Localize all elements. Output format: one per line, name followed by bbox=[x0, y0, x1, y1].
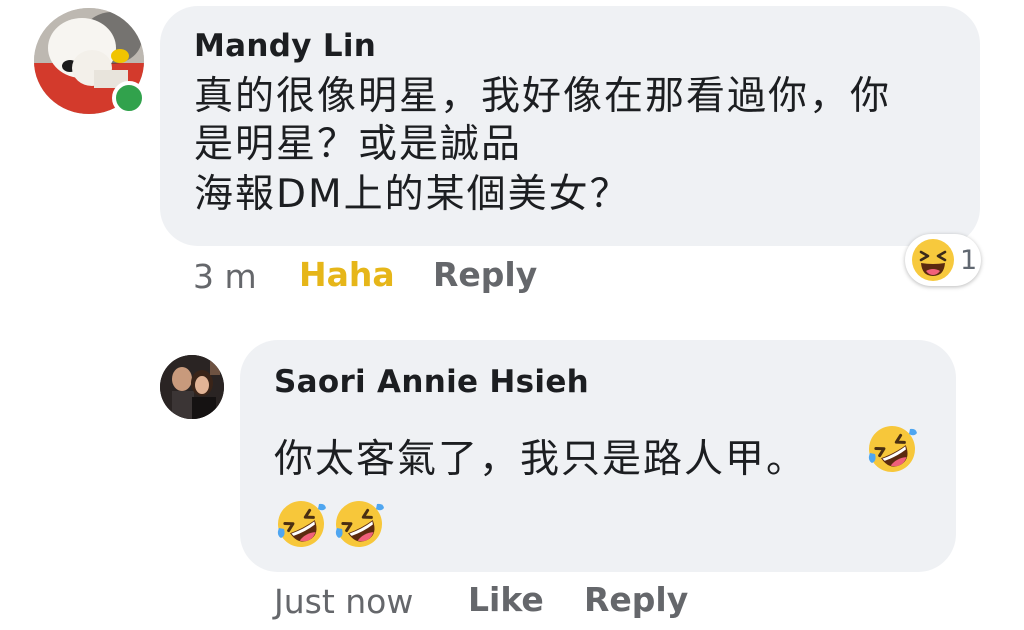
rolling-on-floor-laughing-icon bbox=[333, 498, 385, 550]
avatar-image bbox=[160, 355, 224, 419]
haha-reaction-button[interactable]: Haha bbox=[299, 255, 395, 294]
comment-timestamp[interactable]: 3 m bbox=[193, 257, 257, 296]
comment-text-line-3: 海報DM上的某個美女？ bbox=[194, 172, 631, 217]
comment-author-name[interactable]: Saori Annie Hsieh bbox=[274, 364, 589, 400]
comment-timestamp[interactable]: Just now bbox=[274, 582, 413, 621]
haha-reaction-icon bbox=[911, 238, 955, 282]
rolling-on-floor-laughing-icon bbox=[866, 423, 918, 475]
comment-text-line-2: 是明星？或是誠品 bbox=[194, 122, 523, 167]
online-status-indicator bbox=[112, 81, 146, 115]
comment-text-line-1: 真的很像明星，我好像在那看過你，你 bbox=[194, 74, 892, 119]
comment-text: 你太客氣了，我只是路人甲。 bbox=[274, 437, 808, 482]
comment-author-name[interactable]: Mandy Lin bbox=[194, 28, 376, 64]
avatar-saori-annie-hsieh[interactable] bbox=[160, 355, 224, 419]
rolling-on-floor-laughing-icon bbox=[275, 498, 327, 550]
reply-button[interactable]: Reply bbox=[584, 580, 688, 619]
like-button[interactable]: Like bbox=[468, 580, 544, 619]
reaction-count: 1 bbox=[960, 245, 978, 276]
reply-button[interactable]: Reply bbox=[433, 255, 537, 294]
